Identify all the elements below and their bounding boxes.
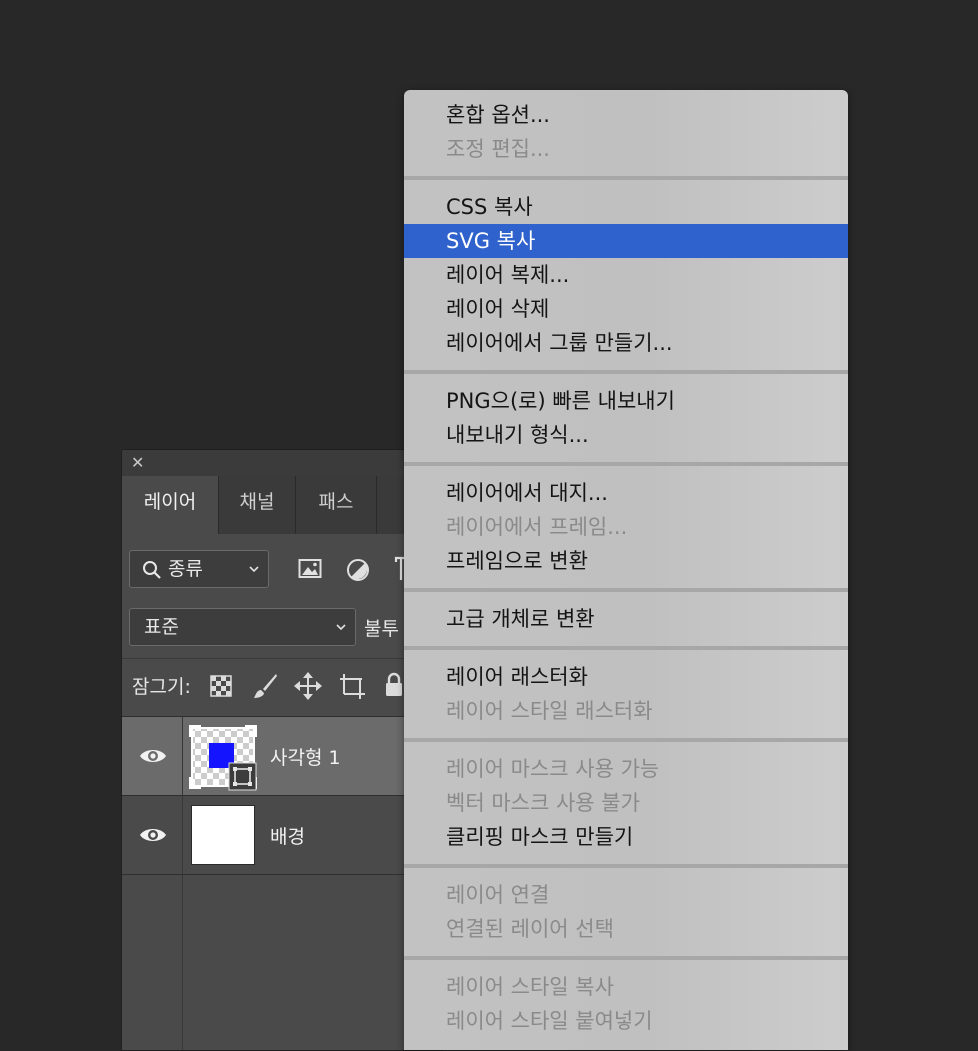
layers-panel: ✕ 레이어 채널 패스 종류 표준 불투 잠그기: 사각형 1 배경 xyxy=(121,449,443,1051)
menu-separator xyxy=(404,370,848,374)
layer-context-menu: 혼합 옵션... 조정 편집... CSS 복사 SVG 복사 레이어 복제..… xyxy=(404,90,848,1050)
divider xyxy=(122,874,442,875)
menu-item-edit-adjustment: 조정 편집... xyxy=(446,137,550,161)
lock-label: 잠그기: xyxy=(132,676,191,698)
menu-item-select-linked-layers: 연결된 레이어 선택 xyxy=(446,917,614,941)
image-filter-icon[interactable] xyxy=(298,558,322,580)
menu-separator xyxy=(404,176,848,180)
lock-position-icon[interactable] xyxy=(294,672,322,700)
menu-item-convert-to-frame[interactable]: 프레임으로 변환 xyxy=(404,544,848,578)
menu-item-rasterize-layer-style: 레이어 스타일 래스터화 xyxy=(446,699,653,723)
divider xyxy=(122,658,442,659)
layer-row[interactable]: 배경 xyxy=(122,796,442,874)
eye-icon[interactable] xyxy=(139,825,167,845)
opacity-label: 불투 xyxy=(364,618,399,640)
eye-icon[interactable] xyxy=(139,746,167,766)
layer-thumbnail[interactable] xyxy=(191,805,255,865)
layer-name[interactable]: 배경 xyxy=(270,822,305,849)
chevron-down-icon xyxy=(336,624,346,631)
menu-item-group-from-layers[interactable]: 레이어에서 그룹 만들기... xyxy=(404,326,848,360)
menu-item-create-clipping-mask[interactable]: 클리핑 마스크 만들기 xyxy=(404,820,848,854)
menu-item-duplicate-layer[interactable]: 레이어 복제... xyxy=(404,258,848,292)
menu-separator xyxy=(404,588,848,592)
close-panel-button[interactable]: ✕ xyxy=(131,453,144,473)
panel-tabbar: 레이어 채널 패스 xyxy=(122,476,442,534)
blend-mode-dropdown[interactable]: 표준 xyxy=(129,608,356,646)
layer-row[interactable]: 사각형 1 xyxy=(122,717,442,795)
search-icon xyxy=(143,561,161,579)
filter-kind-dropdown[interactable]: 종류 xyxy=(129,550,269,588)
lock-transparent-icon[interactable] xyxy=(210,675,232,697)
lock-artboard-icon[interactable] xyxy=(338,672,366,700)
menu-separator xyxy=(404,956,848,960)
menu-item-rasterize-layer[interactable]: 레이어 래스터화 xyxy=(404,660,848,694)
adjustment-filter-icon[interactable] xyxy=(346,558,370,582)
menu-item-copy-css[interactable]: CSS 복사 xyxy=(404,190,848,224)
divider xyxy=(182,875,183,1050)
tab-layers[interactable]: 레이어 xyxy=(122,476,218,534)
menu-item-paste-layer-style: 레이어 스타일 붙여넣기 xyxy=(446,1009,653,1033)
divider xyxy=(182,717,183,795)
menu-item-frame-from-layers: 레이어에서 프레임... xyxy=(446,515,628,539)
filter-kind-label: 종류 xyxy=(168,558,203,580)
divider xyxy=(182,796,183,874)
lock-all-icon[interactable] xyxy=(384,672,404,698)
tab-divider xyxy=(376,476,377,534)
menu-item-quick-export-png[interactable]: PNG으(로) 빠른 내보내기 xyxy=(404,384,848,418)
blend-mode-label: 표준 xyxy=(144,616,179,638)
tab-paths[interactable]: 패스 xyxy=(296,476,376,534)
chevron-down-icon xyxy=(249,566,259,573)
menu-separator xyxy=(404,738,848,742)
menu-item-convert-to-smart-object[interactable]: 고급 개체로 변환 xyxy=(404,602,848,636)
menu-item-disable-vector-mask: 벡터 마스크 사용 불가 xyxy=(446,791,640,815)
menu-item-artboard-from-layers[interactable]: 레이어에서 대지... xyxy=(404,476,848,510)
menu-item-copy-svg[interactable]: SVG 복사 xyxy=(404,224,848,258)
menu-item-copy-layer-style: 레이어 스타일 복사 xyxy=(446,975,614,999)
layer-thumbnail[interactable] xyxy=(189,725,257,791)
panel-titlebar: ✕ xyxy=(122,450,442,476)
menu-item-link-layers: 레이어 연결 xyxy=(446,883,550,907)
menu-separator xyxy=(404,646,848,650)
menu-item-export-as[interactable]: 내보내기 형식... xyxy=(404,418,848,452)
tab-channels[interactable]: 채널 xyxy=(219,476,295,534)
menu-separator xyxy=(404,864,848,868)
lock-paint-icon[interactable] xyxy=(252,672,278,700)
layer-name[interactable]: 사각형 1 xyxy=(270,743,341,770)
menu-separator xyxy=(404,462,848,466)
menu-item-delete-layer[interactable]: 레이어 삭제 xyxy=(404,292,848,326)
menu-item-enable-layer-mask: 레이어 마스크 사용 가능 xyxy=(446,757,660,781)
menu-item-blending-options[interactable]: 혼합 옵션... xyxy=(404,98,848,132)
